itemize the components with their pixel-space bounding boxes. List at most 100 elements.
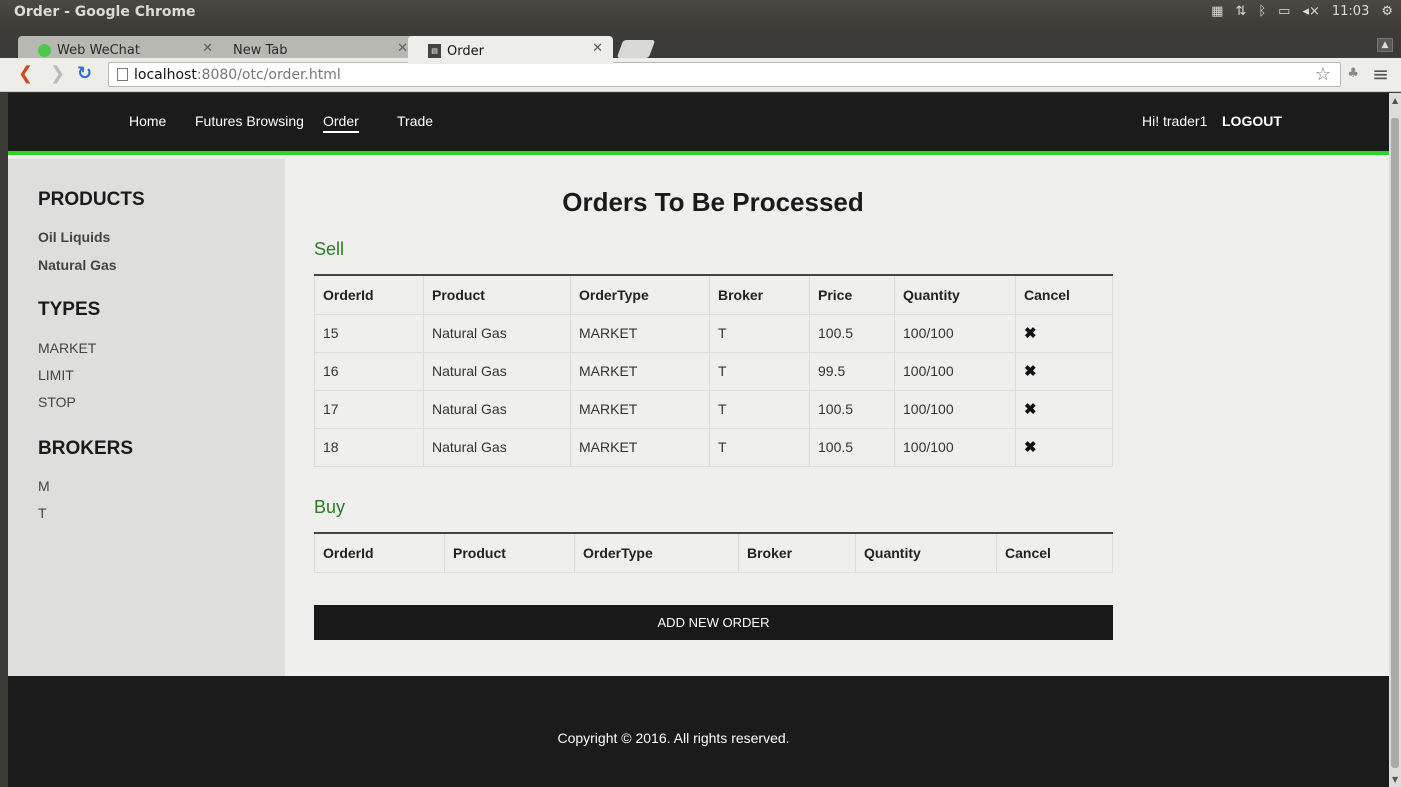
- cancel-x-icon[interactable]: ✖: [1024, 401, 1037, 418]
- battery-icon[interactable]: ▭: [1278, 4, 1290, 19]
- buy-orders-table: OrderId Product OrderType Broker Quantit…: [314, 532, 1113, 573]
- table-row: 18 Natural Gas MARKET T 100.5 100/100 ✖: [314, 427, 1113, 467]
- brokers-heading: BROKERS: [38, 438, 134, 459]
- column-header: Cancel: [1015, 274, 1113, 315]
- nav-futures-link[interactable]: Futures Browsing: [195, 113, 304, 129]
- tab-label: Order: [447, 43, 484, 59]
- cancel-x-icon[interactable]: ✖: [1024, 363, 1037, 380]
- order-id-cell: 16: [314, 351, 424, 391]
- logout-link[interactable]: LOGOUT: [1222, 113, 1282, 129]
- sidebar-item-broker-t[interactable]: T: [38, 505, 47, 521]
- order-type-cell: MARKET: [570, 389, 710, 429]
- settings-gear-icon[interactable]: ⚙: [1381, 4, 1393, 19]
- sidebar-item-market[interactable]: MARKET: [38, 340, 96, 356]
- sell-orders-table: OrderId Product OrderType Broker Price Q…: [314, 274, 1113, 467]
- product-cell: Natural Gas: [423, 313, 571, 353]
- tab-label: Web WeChat: [57, 42, 140, 58]
- menu-icon[interactable]: ≡: [1372, 62, 1389, 86]
- product-cell: Natural Gas: [423, 351, 571, 391]
- close-icon[interactable]: ✕: [202, 41, 213, 56]
- filter-sidebar: PRODUCTS Oil Liquids Natural Gas TYPES M…: [8, 159, 285, 676]
- wechat-favicon-icon: [38, 43, 51, 57]
- page-viewport: Home Futures Browsing Order Trade Hi! tr…: [8, 93, 1389, 787]
- clock[interactable]: 11:03: [1332, 4, 1369, 19]
- close-icon[interactable]: ✕: [592, 41, 603, 56]
- back-arrow-icon[interactable]: ❮: [18, 64, 33, 84]
- user-greeting: Hi! trader1: [1142, 113, 1208, 129]
- network-icon[interactable]: ⇅: [1235, 4, 1246, 19]
- column-header: Product: [423, 274, 571, 315]
- table-header-row: OrderId Product OrderType Broker Price Q…: [314, 274, 1113, 315]
- nav-order-link[interactable]: Order: [323, 113, 359, 133]
- sidebar-item-limit[interactable]: LIMIT: [38, 367, 74, 383]
- column-header: Product: [444, 532, 575, 573]
- column-header: Broker: [709, 274, 810, 315]
- url-host: localhost: [134, 66, 197, 83]
- column-header: Broker: [738, 532, 856, 573]
- order-type-cell: MARKET: [570, 427, 710, 467]
- order-id-cell: 15: [314, 313, 424, 353]
- order-type-cell: MARKET: [570, 351, 710, 391]
- site-footer: Copyright © 2016. All rights reserved.: [8, 676, 1389, 787]
- price-cell: 100.5: [809, 427, 895, 467]
- sidebar-item-natural-gas[interactable]: Natural Gas: [38, 257, 117, 273]
- products-heading: PRODUCTS: [38, 189, 145, 210]
- price-cell: 100.5: [809, 389, 895, 429]
- cancel-cell: ✖: [1015, 389, 1113, 429]
- tab-label: New Tab: [233, 42, 288, 58]
- broker-cell: T: [709, 313, 810, 353]
- broker-cell: T: [709, 351, 810, 391]
- system-tray: ▦ ⇅ ᛒ ▭ ◂× 11:03 ⚙: [1211, 4, 1393, 19]
- nav-home-link[interactable]: Home: [129, 113, 166, 129]
- keyboard-icon[interactable]: ▦: [1211, 4, 1223, 19]
- sidebar-item-stop[interactable]: STOP: [38, 394, 76, 410]
- url-path: :8080/otc/order.html: [196, 66, 341, 83]
- scroll-thumb[interactable]: [1391, 118, 1399, 768]
- page-icon: [117, 68, 128, 81]
- cancel-cell: ✖: [1015, 427, 1113, 467]
- nav-trade-link[interactable]: Trade: [397, 113, 433, 129]
- scroll-down-arrow-icon[interactable]: ▼: [1392, 775, 1398, 784]
- product-cell: Natural Gas: [423, 427, 571, 467]
- column-header: OrderType: [574, 532, 739, 573]
- order-id-cell: 18: [314, 427, 424, 467]
- reload-icon[interactable]: ↻: [77, 64, 92, 84]
- cancel-cell: ✖: [1015, 313, 1113, 353]
- cancel-x-icon[interactable]: ✖: [1024, 325, 1037, 342]
- column-header: Quantity: [855, 532, 997, 573]
- volume-icon[interactable]: ◂×: [1302, 4, 1319, 19]
- cancel-cell: ✖: [1015, 351, 1113, 391]
- bluetooth-icon[interactable]: ᛒ: [1258, 4, 1266, 19]
- cancel-x-icon[interactable]: ✖: [1024, 439, 1037, 456]
- types-heading: TYPES: [38, 299, 101, 320]
- add-new-order-button[interactable]: ADD NEW ORDER: [314, 605, 1113, 640]
- os-title-bar: Order - Google Chrome ▦ ⇅ ᛒ ▭ ◂× 11:03 ⚙: [0, 0, 1401, 30]
- close-icon[interactable]: ✕: [397, 41, 408, 56]
- page-favicon-icon: ▤: [428, 44, 441, 58]
- scroll-up-arrow-icon[interactable]: ▲: [1392, 96, 1398, 105]
- order-id-cell: 17: [314, 389, 424, 429]
- forward-arrow-icon[interactable]: ❯: [50, 64, 65, 84]
- price-cell: 100.5: [809, 313, 895, 353]
- tab-order[interactable]: ▤ Order ✕: [408, 36, 613, 64]
- column-header: OrderId: [314, 532, 445, 573]
- quantity-cell: 100/100: [894, 313, 1016, 353]
- sidebar-item-oil-liquids[interactable]: Oil Liquids: [38, 229, 110, 245]
- buy-section-title: Buy: [314, 497, 346, 517]
- bookmark-star-icon[interactable]: ☆: [1315, 64, 1331, 85]
- page-title: Orders To Be Processed: [562, 187, 864, 217]
- copyright-text: Copyright © 2016. All rights reserved.: [557, 730, 790, 746]
- profile-icon[interactable]: ▲: [1377, 38, 1393, 52]
- table-row: 15 Natural Gas MARKET T 100.5 100/100 ✖: [314, 313, 1113, 353]
- browser-toolbar: ❮ ❯ ↻ localhost:8080/otc/order.html ☆ ♣ …: [0, 58, 1401, 92]
- main-content: Orders To Be Processed Sell OrderId Prod…: [285, 159, 1389, 676]
- column-header: Cancel: [996, 532, 1113, 573]
- sidebar-item-broker-m[interactable]: M: [38, 478, 50, 494]
- address-bar[interactable]: localhost:8080/otc/order.html: [108, 62, 1341, 87]
- extension-icon[interactable]: ♣: [1347, 66, 1359, 81]
- column-header: OrderType: [570, 274, 710, 315]
- table-row: 17 Natural Gas MARKET T 100.5 100/100 ✖: [314, 389, 1113, 429]
- column-header: OrderId: [314, 274, 424, 315]
- page-scrollbar[interactable]: ▲ ▼: [1389, 93, 1401, 787]
- new-tab-button[interactable]: [616, 40, 656, 58]
